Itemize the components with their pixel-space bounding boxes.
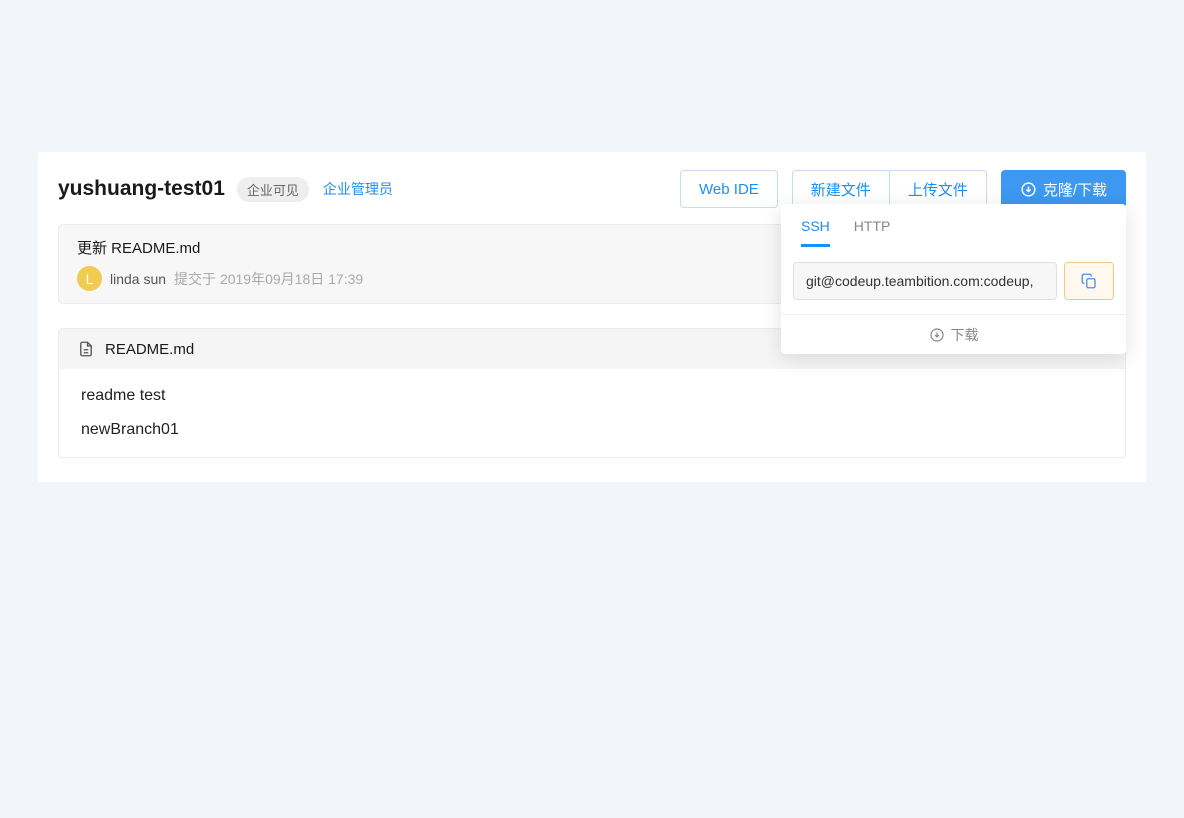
- commit-time: 提交于 2019年09月18日 17:39: [174, 269, 363, 289]
- visibility-badge: 企业可见: [237, 177, 309, 202]
- upload-file-button[interactable]: 上传文件: [890, 170, 987, 208]
- copy-icon: [1080, 272, 1098, 290]
- web-ide-button[interactable]: Web IDE: [680, 170, 778, 208]
- clone-url-row: [793, 262, 1114, 300]
- file-action-group: 新建文件 上传文件: [792, 170, 987, 208]
- upload-file-label: 上传文件: [908, 179, 968, 200]
- download-icon: [929, 327, 945, 343]
- new-file-label: 新建文件: [811, 179, 871, 200]
- file-name: README.md: [105, 341, 194, 358]
- avatar: L: [77, 266, 102, 291]
- file-line: readme test: [81, 387, 1103, 405]
- clone-url-input[interactable]: [793, 262, 1057, 300]
- tab-http[interactable]: HTTP: [854, 218, 891, 247]
- tab-ssh[interactable]: SSH: [801, 218, 830, 247]
- repo-title: yushuang-test01: [58, 177, 225, 201]
- clone-dropdown: SSH HTTP 下载: [781, 204, 1126, 354]
- file-body: readme test newBranch01: [59, 369, 1125, 457]
- download-circle-icon: [1020, 181, 1037, 198]
- admin-link[interactable]: 企业管理员: [323, 179, 393, 199]
- copy-button[interactable]: [1064, 262, 1114, 300]
- repo-card: yushuang-test01 企业可见 企业管理员 Web IDE 新建文件 …: [38, 152, 1146, 482]
- commit-author: linda sun: [110, 271, 166, 287]
- file-line: newBranch01: [81, 421, 1103, 439]
- clone-label: 克隆/下载: [1043, 179, 1107, 200]
- download-label: 下载: [951, 325, 979, 345]
- clone-tabs: SSH HTTP: [781, 218, 1126, 248]
- web-ide-label: Web IDE: [699, 181, 759, 198]
- file-icon: [77, 340, 95, 358]
- clone-download-button[interactable]: 克隆/下载: [1001, 170, 1126, 208]
- download-row[interactable]: 下载: [781, 314, 1126, 354]
- new-file-button[interactable]: 新建文件: [792, 170, 890, 208]
